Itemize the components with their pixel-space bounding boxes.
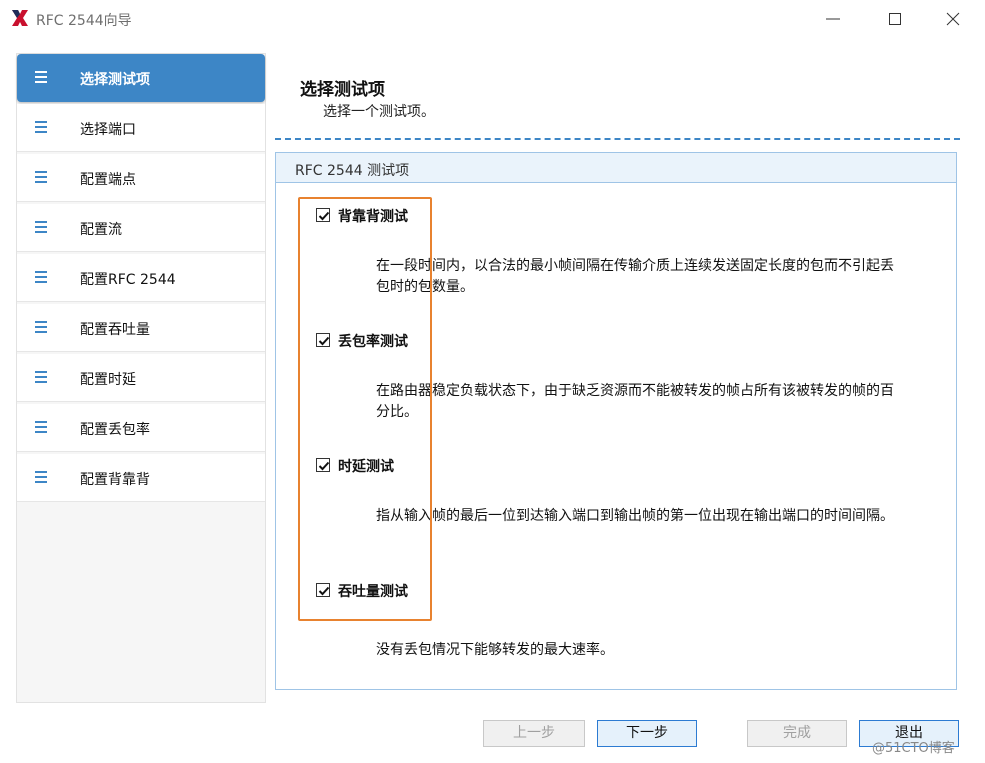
title-bar: RFC 2544向导 [0, 0, 985, 38]
sidebar-item-config-throughput[interactable]: 配置吞吐量 [17, 304, 265, 352]
menu-lines-icon [35, 421, 47, 435]
sidebar-item-label: 选择端口 [80, 122, 136, 138]
sidebar-item-label: 配置丢包率 [80, 422, 150, 438]
sidebar-item-config-rfc2544[interactable]: 配置RFC 2544 [17, 254, 265, 302]
group-header: RFC 2544 测试项 [276, 153, 956, 183]
test-description: 在路由器稳定负载状态下，由于缺乏资源而不能被转发的帧占所有该被转发的帧的百分比。 [376, 383, 894, 420]
menu-lines-icon [35, 171, 47, 185]
menu-lines-icon [35, 221, 47, 235]
sidebar-item-config-latency[interactable]: 配置时延 [17, 354, 265, 402]
page-subtitle: 选择一个测试项。 [323, 104, 435, 120]
sidebar-item-select-ports[interactable]: 选择端口 [17, 104, 265, 152]
minimize-button[interactable] [810, 0, 856, 38]
close-button[interactable] [930, 0, 976, 38]
next-button[interactable]: 下一步 [597, 720, 697, 747]
menu-lines-icon [35, 271, 47, 285]
sidebar-item-label: 配置背靠背 [80, 472, 150, 488]
sidebar-item-label: 配置端点 [80, 172, 136, 188]
highlight-annotation-box [298, 197, 432, 621]
test-description: 在一段时间内，以合法的最小帧间隔在传输介质上连续发送固定长度的包而不引起丢包时的… [376, 258, 894, 295]
sidebar-item-config-endpoints[interactable]: 配置端点 [17, 154, 265, 202]
dashed-divider [275, 138, 960, 140]
sidebar-item-select-tests[interactable]: 选择测试项 [17, 54, 265, 102]
finish-button[interactable]: 完成 [747, 720, 847, 747]
sidebar-item-config-frame-loss[interactable]: 配置丢包率 [17, 404, 265, 452]
app-logo-icon [10, 8, 30, 28]
sidebar-item-label: 配置吞吐量 [80, 322, 150, 338]
page-title: 选择测试项 [300, 80, 385, 100]
sidebar-item-label: 配置流 [80, 222, 122, 238]
menu-lines-icon [35, 471, 47, 485]
sidebar-item-config-streams[interactable]: 配置流 [17, 204, 265, 252]
sidebar: 选择测试项 选择端口 配置端点 配置流 配置RFC 2544 配置吞吐量 配置时… [16, 53, 266, 703]
window-title: RFC 2544向导 [36, 13, 132, 29]
sidebar-item-label: 配置RFC 2544 [80, 272, 176, 288]
menu-lines-icon [35, 321, 47, 335]
sidebar-item-config-back-to-back[interactable]: 配置背靠背 [17, 454, 265, 502]
test-description: 指从输入帧的最后一位到达输入端口到输出帧的第一位出现在输出端口的时间间隔。 [376, 508, 894, 524]
menu-lines-icon [35, 71, 47, 85]
group-title: RFC 2544 测试项 [295, 163, 410, 179]
maximize-button[interactable] [872, 0, 918, 38]
menu-lines-icon [35, 121, 47, 135]
sidebar-item-label: 选择测试项 [80, 72, 150, 88]
watermark: @51CTO博客 [872, 741, 955, 756]
test-description: 没有丢包情况下能够转发的最大速率。 [376, 642, 614, 658]
sidebar-item-label: 配置时延 [80, 372, 136, 388]
menu-lines-icon [35, 371, 47, 385]
previous-button[interactable]: 上一步 [483, 720, 585, 747]
wizard-window: RFC 2544向导 选择测试项 选择端口 配置端点 配置流 配置RFC 254… [0, 0, 985, 763]
